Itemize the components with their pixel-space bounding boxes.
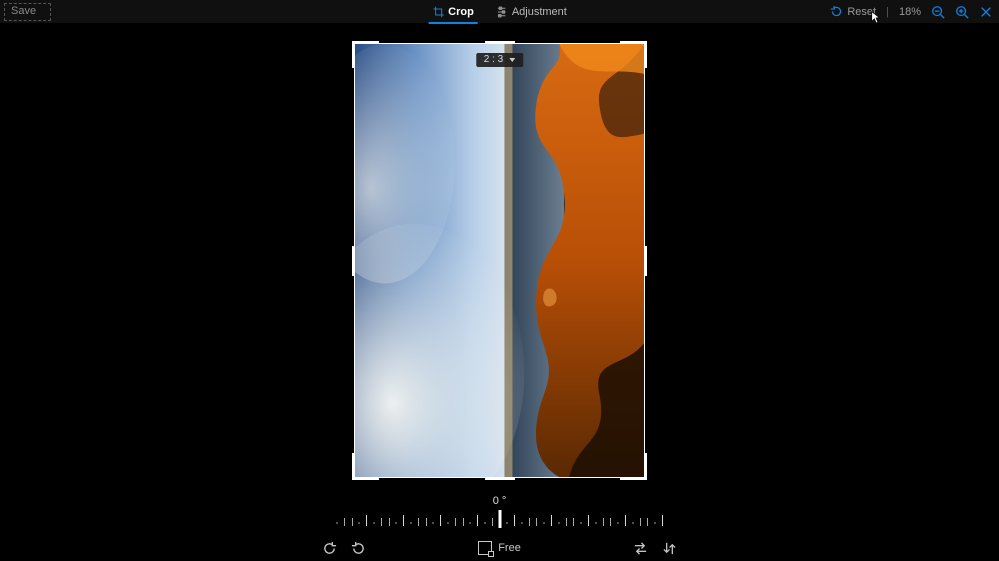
flip-vertical-button[interactable] <box>662 541 677 556</box>
top-toolbar: Save Crop Adjustment Reset <box>0 0 999 23</box>
aspect-icon <box>478 541 492 555</box>
zoom-in-button[interactable] <box>955 5 969 19</box>
zoom-out-button[interactable] <box>931 5 945 19</box>
ruler-tick <box>358 522 360 524</box>
cursor-icon <box>870 10 884 24</box>
ruler-tick <box>580 522 582 524</box>
crop-stage[interactable]: 2 : 3 <box>354 43 645 478</box>
tab-crop[interactable]: Crop <box>428 0 478 23</box>
ruler-tick <box>647 518 648 526</box>
ruler-tick <box>662 515 663 526</box>
ruler-tick <box>640 518 641 526</box>
crop-handle-top-right[interactable] <box>620 41 647 68</box>
ruler-tick <box>352 518 353 526</box>
ruler-tick <box>432 522 434 524</box>
aspect-ratio-pill[interactable]: 2 : 3 <box>476 53 523 67</box>
tab-crop-label: Crop <box>448 6 474 18</box>
ruler-tick <box>632 522 634 524</box>
ruler-tick <box>381 518 382 526</box>
ruler-tick <box>373 522 375 524</box>
ruler-tick <box>573 518 574 526</box>
close-button[interactable] <box>979 5 993 19</box>
crop-handle-right[interactable] <box>644 246 647 276</box>
rotation-ruler-cursor[interactable] <box>498 510 501 528</box>
ruler-tick <box>336 522 338 524</box>
ruler-tick <box>536 518 537 526</box>
ruler-tick <box>543 522 545 524</box>
ruler-tick <box>410 522 412 524</box>
ruler-tick <box>366 515 367 526</box>
ruler-tick <box>463 518 464 526</box>
rotation-ruler[interactable] <box>330 511 670 531</box>
crop-handle-bottom-left[interactable] <box>352 453 379 480</box>
zoom-level: 18% <box>899 6 921 18</box>
divider: | <box>886 6 889 18</box>
aspect-mode-label: Free <box>498 542 521 554</box>
image-preview[interactable] <box>355 44 644 477</box>
reset-icon <box>830 5 843 18</box>
ruler-tick <box>477 515 478 526</box>
crop-handle-left[interactable] <box>352 246 355 276</box>
ruler-tick <box>418 518 419 526</box>
ruler-tick <box>389 518 390 526</box>
crop-handle-bottom[interactable] <box>485 477 515 480</box>
ruler-tick <box>595 522 597 524</box>
crop-handle-top-left[interactable] <box>352 41 379 68</box>
ruler-tick <box>654 522 656 524</box>
sliders-icon <box>496 6 508 18</box>
ruler-tick <box>625 515 626 526</box>
ruler-tick <box>514 515 515 526</box>
ruler-tick <box>344 518 345 526</box>
bottom-controls: Free <box>322 538 677 558</box>
rotation-control: 0 ° <box>330 495 670 531</box>
crop-handle-bottom-right[interactable] <box>620 453 647 480</box>
crop-icon <box>432 6 444 18</box>
ruler-tick <box>426 518 427 526</box>
ruler-tick <box>447 522 449 524</box>
save-label: Save <box>11 5 36 17</box>
ruler-tick <box>506 522 508 524</box>
flip-horizontal-button[interactable] <box>633 541 648 556</box>
ruler-tick <box>455 518 456 526</box>
rotate-ccw-button[interactable] <box>322 541 337 556</box>
flip-group <box>633 541 677 556</box>
rotate-group <box>322 541 366 556</box>
ruler-tick <box>403 515 404 526</box>
rotate-cw-button[interactable] <box>351 541 366 556</box>
ruler-tick <box>440 515 441 526</box>
aspect-ratio-value: 2 : 3 <box>484 54 503 65</box>
ruler-tick <box>603 518 604 526</box>
crop-handle-top[interactable] <box>485 41 515 44</box>
ruler-tick <box>469 522 471 524</box>
ruler-tick <box>395 522 397 524</box>
aspect-mode-button[interactable]: Free <box>478 541 521 555</box>
rotation-angle-label: 0 ° <box>330 495 670 507</box>
tab-adjustment-label: Adjustment <box>512 6 567 18</box>
ruler-tick <box>521 522 523 524</box>
ruler-tick <box>610 518 611 526</box>
ruler-tick <box>551 515 552 526</box>
ruler-tick <box>529 518 530 526</box>
ruler-tick <box>484 522 486 524</box>
aspect-mode-group: Free <box>478 541 521 555</box>
ruler-tick <box>617 522 619 524</box>
ruler-tick <box>566 518 567 526</box>
ruler-tick <box>558 522 560 524</box>
right-controls: Reset | 18% <box>830 0 993 23</box>
tab-adjustment[interactable]: Adjustment <box>492 0 571 23</box>
tabs: Crop Adjustment <box>428 0 571 23</box>
save-button[interactable]: Save <box>4 3 51 21</box>
ruler-tick <box>492 518 493 526</box>
ruler-tick <box>588 515 589 526</box>
